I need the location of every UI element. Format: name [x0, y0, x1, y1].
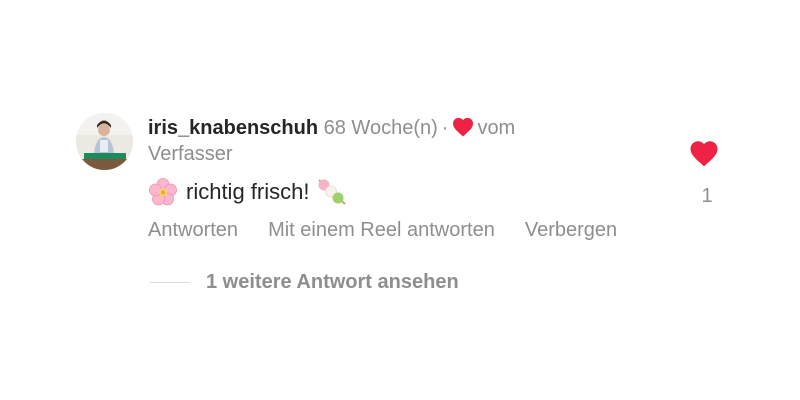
separator: · [441, 117, 449, 139]
like-count[interactable]: 1 [688, 185, 720, 208]
reply-button[interactable]: Antworten [148, 217, 238, 243]
like-heart-icon[interactable] [689, 140, 719, 167]
comment-view: iris_knabenschuh 68 Woche(n) · vom Verfass… [0, 0, 800, 400]
like-column: 1 [688, 140, 720, 208]
dango-emoji-icon [318, 179, 347, 205]
timestamp[interactable]: 68 Woche(n) [324, 117, 438, 139]
view-replies-button[interactable]: 1 weitere Antwort ansehen [150, 271, 459, 294]
liked-by-author-text-2: Verfasser [148, 143, 233, 165]
reply-with-reel-button[interactable]: Mit einem Reel antworten [268, 217, 495, 243]
liked-by-author-text: vom [477, 117, 516, 139]
avatar[interactable] [76, 113, 133, 170]
username[interactable]: iris_knabenschuh [148, 117, 318, 139]
view-replies-label[interactable]: 1 weitere Antwort ansehen [206, 271, 459, 294]
comment-header: iris_knabenschuh 68 Woche(n) · vom [148, 115, 708, 141]
heart-icon [453, 117, 474, 137]
replies-divider [150, 282, 190, 283]
comment: iris_knabenschuh 68 Woche(n) · vom Verfass… [148, 115, 708, 243]
hide-button[interactable]: Verbergen [525, 217, 617, 243]
flower-emoji-icon [149, 178, 177, 206]
comment-text: richtig frisch! [186, 179, 310, 204]
comment-actions: Antworten Mit einem Reel antworten Verbe… [148, 217, 708, 243]
avatar-image [76, 113, 133, 170]
comment-body: richtig frisch! [148, 177, 708, 207]
